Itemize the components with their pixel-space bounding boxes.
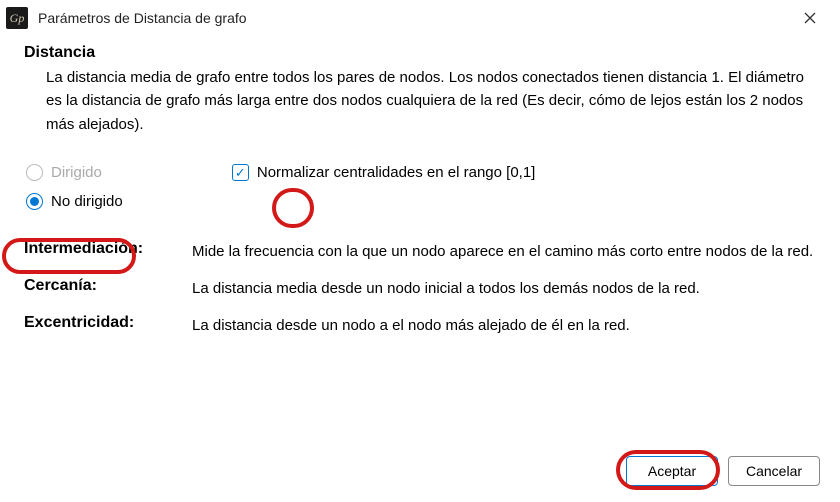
radio-icon [26,164,43,181]
def-term: Cercanía: [24,277,182,300]
dialog-content: Distancia La distancia media de grafo en… [0,36,840,338]
checkbox-normalize[interactable]: ✓ Normalizar centralidades en el rango [… [232,164,535,181]
radio-icon [26,193,43,210]
section-heading: Distancia [24,44,816,62]
def-desc: Mide la frecuencia con la que un nodo ap… [192,240,816,263]
radio-directed-label: Dirigido [51,164,102,181]
checkbox-icon: ✓ [232,164,249,181]
radio-undirected-label: No dirigido [51,193,123,210]
definitions-list: Intermediación: Mide la frecuencia con l… [24,240,816,338]
titlebar: Gp Parámetros de Distancia de grafo [0,0,840,36]
checkbox-normalize-label: Normalizar centralidades en el rango [0,… [257,164,535,181]
app-icon: Gp [6,7,28,29]
check-mark-icon: ✓ [235,166,246,179]
section-description: La distancia media de grafo entre todos … [24,66,816,136]
dialog-window: Gp Parámetros de Distancia de grafo Dist… [0,0,840,502]
def-desc: La distancia desde un nodo a el nodo más… [192,314,816,337]
accept-button[interactable]: Aceptar [626,456,718,486]
radio-undirected[interactable]: No dirigido [26,193,816,210]
cancel-button[interactable]: Cancelar [728,456,820,486]
def-desc: La distancia media desde un nodo inicial… [192,277,816,300]
dialog-buttons: Aceptar Cancelar [626,456,820,486]
close-icon [804,12,816,24]
radio-directed[interactable]: Dirigido [26,164,102,181]
def-term: Excentricidad: [24,314,182,337]
def-term: Intermediación: [24,240,182,263]
close-button[interactable] [790,4,830,32]
window-title: Parámetros de Distancia de grafo [38,10,790,26]
